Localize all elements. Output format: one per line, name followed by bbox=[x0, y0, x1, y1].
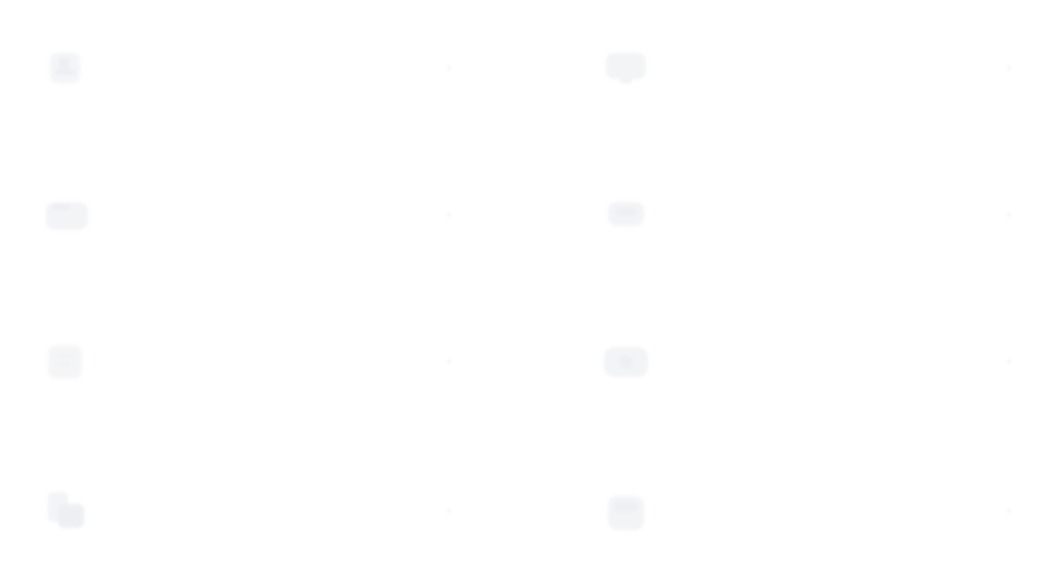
document-icon bbox=[42, 337, 90, 385]
list-item-8[interactable]: › bbox=[602, 480, 1020, 540]
chevron-right-icon: › bbox=[1007, 60, 1011, 74]
grid-row: › › bbox=[0, 184, 1057, 244]
archive-icon bbox=[602, 190, 650, 238]
chevron-right-icon: › bbox=[447, 503, 451, 517]
list-item-6[interactable]: › bbox=[602, 331, 1020, 391]
chevron-right-icon: › bbox=[1007, 503, 1011, 517]
download-icon bbox=[42, 43, 90, 91]
file-stack-icon bbox=[42, 486, 90, 534]
folder-icon bbox=[42, 190, 90, 238]
chevron-right-icon: › bbox=[447, 60, 451, 74]
chevron-right-icon: › bbox=[1007, 354, 1011, 368]
grid-row: › › bbox=[0, 480, 1057, 540]
list-item-3[interactable]: › bbox=[42, 184, 460, 244]
monitor-icon bbox=[602, 43, 650, 91]
list-item-7[interactable]: › bbox=[42, 480, 460, 540]
chevron-right-icon: › bbox=[1007, 207, 1011, 221]
grid-row: › › bbox=[0, 331, 1057, 391]
box-icon bbox=[602, 486, 650, 534]
grid-row: › › bbox=[0, 37, 1057, 97]
list-item-2[interactable]: › bbox=[602, 37, 1020, 97]
chevron-right-icon: › bbox=[447, 207, 451, 221]
chevron-right-icon: › bbox=[447, 354, 451, 368]
image-icon bbox=[602, 337, 650, 385]
list-item-4[interactable]: › bbox=[602, 184, 1020, 244]
list-item-1[interactable]: › bbox=[42, 37, 460, 97]
settings-grid: › › › › › › › › bbox=[0, 0, 1057, 576]
list-item-5[interactable]: › bbox=[42, 331, 460, 391]
